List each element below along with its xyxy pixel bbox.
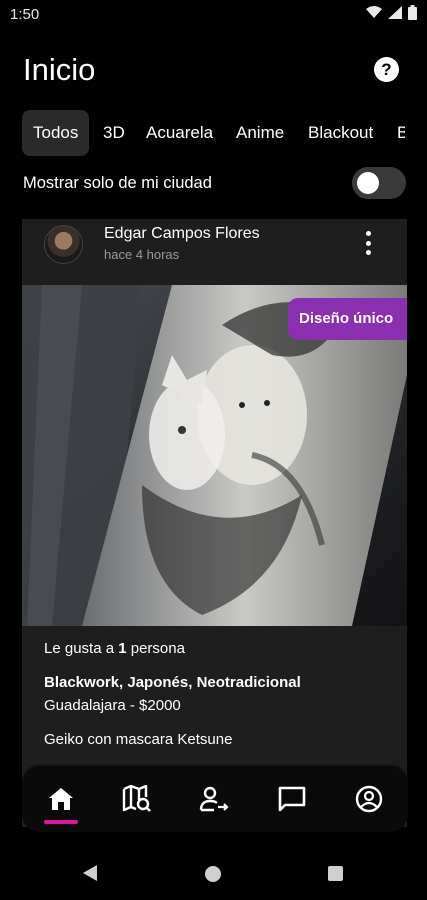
tab-partial[interactable]: B — [397, 110, 405, 156]
tab-acuarela[interactable]: Acuarela — [146, 110, 213, 156]
system-home-icon[interactable] — [205, 866, 221, 882]
battery-icon — [408, 5, 417, 20]
tab-3d[interactable]: 3D — [103, 110, 125, 156]
post-styles: Blackwork, Japonés, Neotradicional — [44, 674, 301, 691]
post-time: hace 4 horas — [104, 247, 180, 262]
tab-anime[interactable]: Anime — [236, 110, 284, 156]
tab-todos[interactable]: Todos — [22, 110, 90, 156]
post-author[interactable]: Edgar Campos Flores — [104, 225, 260, 243]
city-filter-label: Mostrar solo de mi ciudad — [23, 174, 212, 192]
nav-artists[interactable] — [184, 766, 244, 832]
home-icon — [49, 788, 73, 810]
system-recents-icon[interactable] — [328, 866, 343, 881]
account-circle-icon — [355, 785, 383, 813]
post-location-price: Guadalajara - $2000 — [44, 697, 181, 714]
unique-design-badge: Diseño único — [288, 298, 407, 340]
nav-profile[interactable] — [339, 766, 399, 832]
post-description: Geiko con mascara Ketsune — [44, 731, 233, 748]
nav-messages[interactable] — [262, 766, 322, 832]
nav-active-indicator — [44, 820, 78, 824]
signal-icon — [388, 6, 402, 19]
more-vert-icon[interactable] — [358, 229, 378, 257]
style-tabs: Todos 3D Acuarela Anime Blackout B — [22, 110, 405, 156]
chat-icon — [278, 786, 306, 812]
bottom-nav — [22, 766, 408, 832]
help-circle-icon[interactable]: ? — [374, 57, 399, 82]
map-search-icon — [122, 785, 151, 812]
user-transfer-icon — [199, 786, 229, 812]
tab-blackout[interactable]: Blackout — [308, 110, 373, 156]
wifi-icon — [366, 6, 382, 18]
post-likes: Le gusta a 1 persona — [44, 640, 185, 657]
page-title: Inicio — [23, 52, 96, 87]
city-filter-toggle[interactable] — [352, 167, 406, 199]
toggle-knob — [357, 172, 379, 194]
system-back-icon[interactable] — [82, 864, 98, 882]
status-time: 1:50 — [10, 6, 40, 23]
status-icons — [366, 5, 417, 20]
nav-map-search[interactable] — [107, 766, 167, 832]
avatar[interactable] — [44, 225, 83, 264]
